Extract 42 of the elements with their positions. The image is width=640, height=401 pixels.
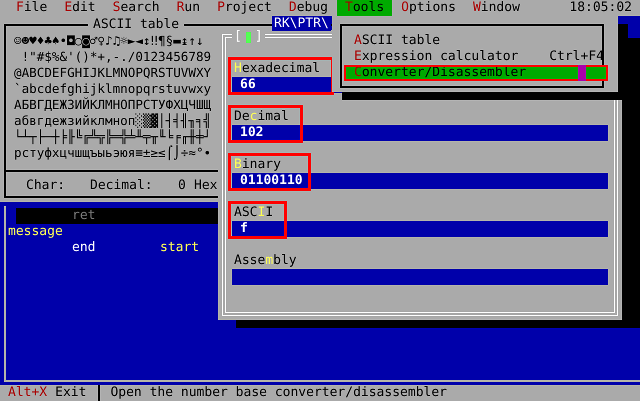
code-token: end — [71, 240, 96, 256]
character-row: └┴┬├─┼╞╟╚╔╩╦╠═╬╧╨╤╥╙╘╒╓╫╪┘ — [14, 129, 212, 145]
status-message: Open the number base converter/disassembler — [110, 385, 447, 401]
menu-item[interactable]: ASCII table — [344, 33, 608, 49]
path-tab[interactable]: RK\PTR\ — [272, 16, 331, 31]
cursor-block-icon — [578, 65, 586, 81]
field-label: Assembly — [233, 253, 297, 269]
field-label: Binary — [233, 157, 281, 173]
input-field[interactable]: 01100110 — [232, 173, 608, 189]
input-field[interactable] — [232, 269, 608, 285]
code-token: message — [7, 224, 63, 240]
character-row: абвгдежзийклмноп░▒▓│┤╡╢╖╕╣ — [14, 113, 212, 129]
decimal-value: 0 — [178, 178, 186, 194]
character-row: @ABCDEFGHIJKLMNOPQRSTUVWXY — [14, 65, 212, 81]
clock: 18:05:02 — [569, 0, 632, 16]
character-row-text: !"#$%&'()*+,-./0123456789 — [20, 49, 212, 65]
menu-item[interactable]: Search — [104, 0, 168, 16]
character-row: АБВГДЕЖЗИЙКЛМНОПРСТУФХЦЧШЩ — [14, 97, 212, 113]
hotkey-label: Alt+X — [8, 385, 48, 401]
exit-label: Exit — [55, 385, 86, 401]
menu-item[interactable]: Options — [393, 0, 464, 16]
menu-item[interactable]: Run — [168, 0, 208, 16]
code-token: ret — [71, 208, 96, 224]
menu-item[interactable]: Tools — [337, 0, 392, 16]
character-row: рстуфхцчшщъыьэюя≡±≥≤⌠⌡÷≈°∙ — [14, 145, 212, 161]
menu-item[interactable]: Window — [464, 0, 528, 16]
decimal-label: Decimal: — [90, 178, 153, 194]
menu-item[interactable]: Debug — [280, 0, 336, 16]
character-row: `abcdefghijklmnopqrstuvwxy — [14, 81, 212, 97]
field-label: Hexadecimal — [233, 61, 320, 77]
input-field[interactable]: f — [232, 221, 608, 237]
menu-item[interactable]: Expression calculator Ctrl+F4 — [344, 49, 608, 65]
menu-item[interactable]: File — [8, 0, 56, 16]
menu-item[interactable]: Project — [209, 0, 280, 16]
field-label: ASCII — [233, 205, 274, 221]
char-label: Char: — [26, 178, 66, 194]
field-label: Decimal — [233, 109, 289, 125]
code-token: start — [159, 240, 200, 256]
character-row-text: ☺☻♥♦♣♠•◘○◙♂♀♪♫☼►◄↕‼¶§▬↨↑↓ — [14, 33, 205, 49]
menu-item[interactable]: Edit — [56, 0, 104, 16]
hex-label: Hex — [194, 178, 218, 194]
input-field[interactable]: 102 — [232, 125, 608, 141]
